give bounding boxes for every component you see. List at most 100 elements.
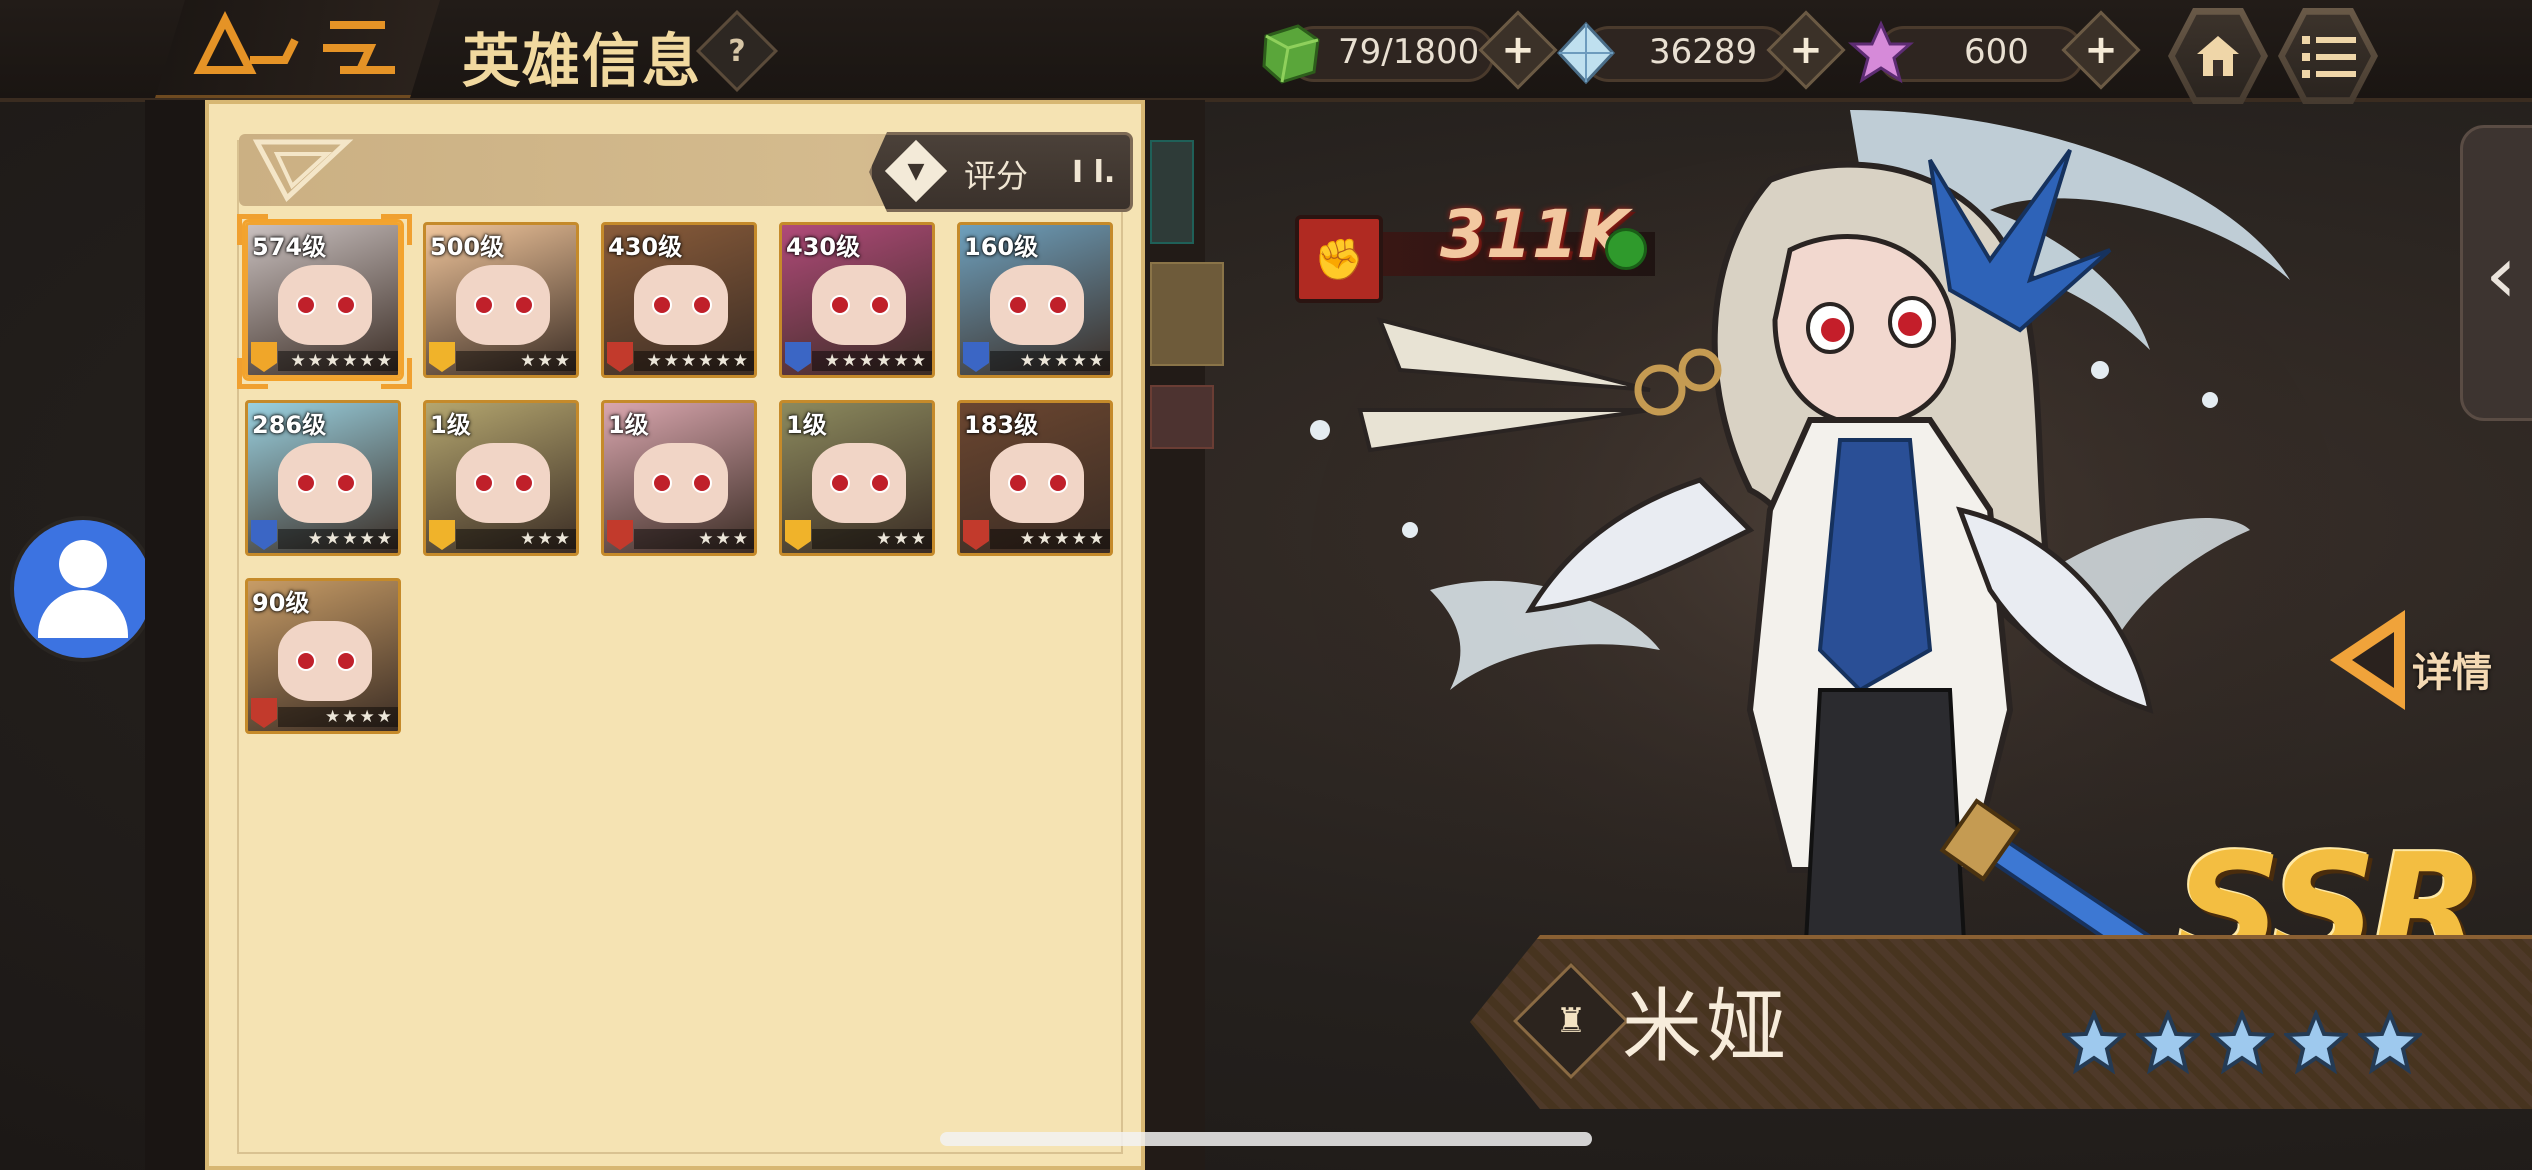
- hero-stars: ★★★★★★: [812, 351, 932, 371]
- portrait-eye: [830, 295, 850, 315]
- portrait-eye: [336, 295, 356, 315]
- hero-card[interactable]: 1级 ★★★: [779, 400, 935, 556]
- hero-card[interactable]: 1级 ★★★: [423, 400, 579, 556]
- add-crystal-button[interactable]: +: [2061, 10, 2141, 90]
- hero-stars: ★★★★: [278, 707, 398, 727]
- star-icon: [2136, 1010, 2200, 1074]
- hero-portrait: [456, 265, 550, 345]
- class-badge-icon: [785, 342, 811, 372]
- menu-icon: [2302, 36, 2356, 78]
- add-diamond-button[interactable]: +: [1766, 10, 1846, 90]
- hero-card[interactable]: 183级 ★★★★★: [957, 400, 1113, 556]
- class-badge-icon: [429, 342, 455, 372]
- portrait-eye: [692, 473, 712, 493]
- crystal-icon: [1848, 20, 1914, 84]
- hero-portrait: [990, 443, 1084, 523]
- portrait-eye: [296, 295, 316, 315]
- hero-card[interactable]: 160级 ★★★★★: [957, 222, 1113, 378]
- hero-list-panel: ▼ 评分 I l. 574级 ★★★★★★ 500级 ★★★ 430级 ★★★★★★ 430…: [205, 100, 1145, 1170]
- hero-stars: ★★★: [456, 529, 576, 549]
- hero-portrait: [278, 443, 372, 523]
- selection-corner: [381, 358, 412, 389]
- hero-stars: ★★★: [634, 529, 754, 549]
- game-logo: [155, 0, 440, 98]
- home-icon: [2197, 36, 2239, 76]
- hero-stars: ★★★: [456, 351, 576, 371]
- class-badge-icon: [785, 520, 811, 550]
- game-screen: 英雄信息 ? 79/1800 + 36289 + 600 + ▼ 评分 I l.…: [0, 0, 2532, 1170]
- hero-level: 286级: [252, 411, 327, 439]
- class-badge-icon: [963, 342, 989, 372]
- hero-level: 430级: [786, 233, 861, 261]
- hero-card[interactable]: 90级 ★★★★: [245, 578, 401, 734]
- star-icon: [2062, 1010, 2126, 1074]
- hero-stars: ★★★★★★: [278, 351, 398, 371]
- help-button[interactable]: ?: [695, 9, 779, 93]
- hero-card[interactable]: 500级 ★★★: [423, 222, 579, 378]
- hero-portrait: [812, 265, 906, 345]
- portrait-eye: [474, 473, 494, 493]
- hero-level: 1级: [430, 411, 471, 439]
- filter-icon: ▼: [884, 139, 948, 203]
- portrait-eye: [296, 651, 316, 671]
- hero-portrait: [456, 443, 550, 523]
- portrait-eye: [474, 295, 494, 315]
- hero-card[interactable]: 286级 ★★★★★: [245, 400, 401, 556]
- triangle-decoration: [252, 139, 354, 203]
- arrow-inner: [2352, 632, 2394, 688]
- class-badge-icon: [607, 342, 633, 372]
- class-badge-icon: [429, 520, 455, 550]
- home-indicator[interactable]: [940, 1132, 1592, 1146]
- class-badge-icon: [607, 520, 633, 550]
- portrait-eye: [870, 295, 890, 315]
- hero-portrait: [990, 265, 1084, 345]
- portrait-eye: [692, 295, 712, 315]
- panel-side-strip: [1145, 100, 1205, 1170]
- resource-crystal: 600 +: [1848, 10, 2141, 90]
- diamond-value: 36289: [1649, 32, 1758, 72]
- portrait-eye: [514, 473, 534, 493]
- sort-label: 评分: [964, 157, 1029, 195]
- hero-card[interactable]: 1级 ★★★: [601, 400, 757, 556]
- hero-card[interactable]: 430级 ★★★★★★: [779, 222, 935, 378]
- side-tab-teal[interactable]: [1150, 140, 1194, 244]
- selection-corner: [381, 214, 412, 245]
- combat-power-value: 311K: [1440, 196, 1629, 273]
- user-avatar-button[interactable]: [14, 520, 152, 658]
- hero-level: 500级: [430, 233, 505, 261]
- star-icon: [2358, 1010, 2422, 1074]
- hero-level: 160级: [964, 233, 1039, 261]
- hero-card[interactable]: 574级 ★★★★★★: [245, 222, 401, 378]
- hero-card[interactable]: 430级 ★★★★★★: [601, 222, 757, 378]
- sort-filter-button[interactable]: ▼ 评分 I l.: [869, 132, 1133, 212]
- hero-stars: ★★★: [812, 529, 932, 549]
- hero-star-rating: [2062, 1010, 2442, 1080]
- stamina-value: 79/1800: [1338, 32, 1480, 72]
- sort-order-icon: I l.: [1072, 155, 1116, 190]
- hero-portrait: [278, 265, 372, 345]
- plus-icon: +: [2084, 27, 2118, 73]
- hero-portrait: [278, 621, 372, 701]
- expand-side-tab[interactable]: ‹: [2460, 125, 2532, 421]
- class-badge-icon: [251, 520, 277, 550]
- plus-icon: +: [1501, 27, 1535, 73]
- details-label[interactable]: 详情: [2412, 640, 2492, 698]
- hero-portrait: [812, 443, 906, 523]
- chevron-left-icon: ‹: [2485, 228, 2517, 321]
- add-stamina-button[interactable]: +: [1478, 10, 1558, 90]
- selection-corner: [237, 214, 268, 245]
- green-cube-icon: [1262, 24, 1320, 84]
- avatar-icon: [59, 540, 107, 588]
- portrait-eye: [336, 651, 356, 671]
- star-icon: [2284, 1010, 2348, 1074]
- portrait-eye: [1008, 473, 1028, 493]
- plus-icon: +: [1789, 27, 1823, 73]
- status-face-icon: [1605, 228, 1647, 270]
- top-bar: 英雄信息 ? 79/1800 + 36289 + 600 +: [0, 0, 2532, 104]
- portrait-eye: [870, 473, 890, 493]
- hero-stars: ★★★★★: [990, 351, 1110, 371]
- hero-portrait: [634, 443, 728, 523]
- side-tab-red[interactable]: [1150, 385, 1214, 449]
- side-tab-gold[interactable]: [1150, 262, 1224, 366]
- portrait-eye: [652, 295, 672, 315]
